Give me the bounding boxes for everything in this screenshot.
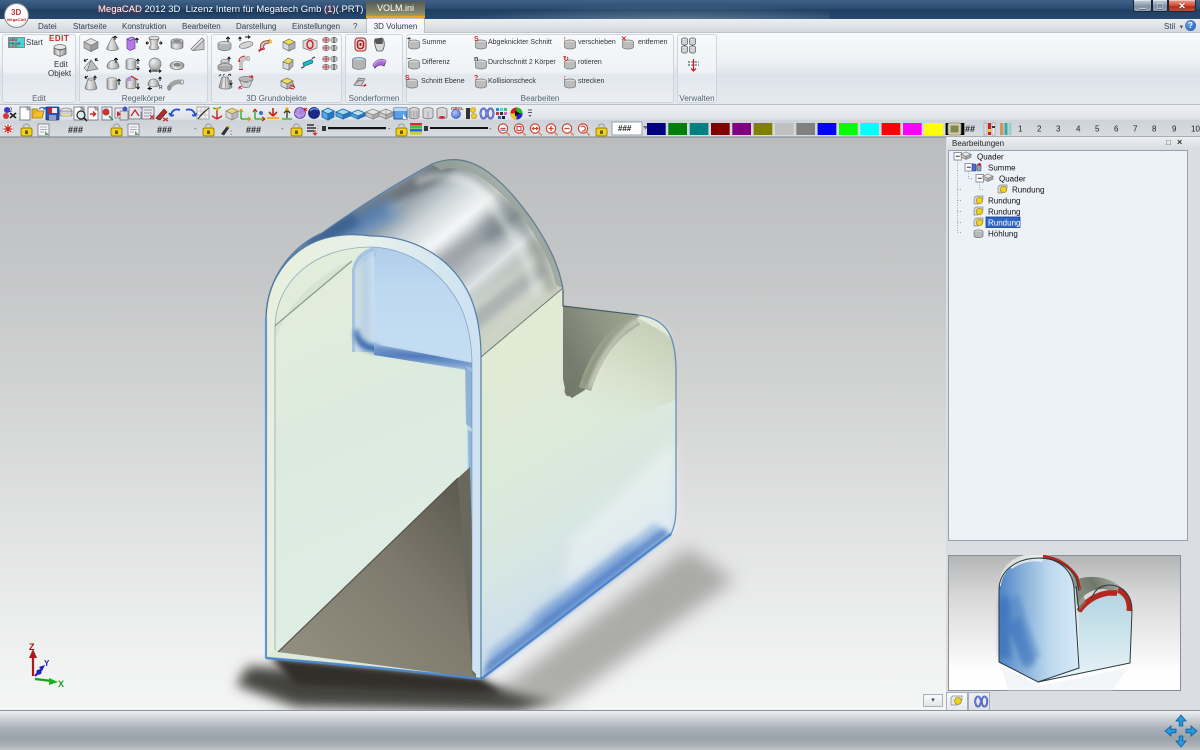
svg-text:Quader: Quader	[999, 175, 1026, 184]
svg-text:Summe: Summe	[988, 164, 1016, 173]
svg-text:Quader: Quader	[977, 153, 1004, 162]
svg-text:Rundung: Rundung	[988, 208, 1020, 217]
svg-text:Höhlung: Höhlung	[988, 230, 1018, 239]
svg-text:Rundung: Rundung	[1012, 186, 1044, 195]
svg-text:Rundung: Rundung	[988, 197, 1020, 206]
svg-text:Rundung: Rundung	[988, 219, 1020, 228]
